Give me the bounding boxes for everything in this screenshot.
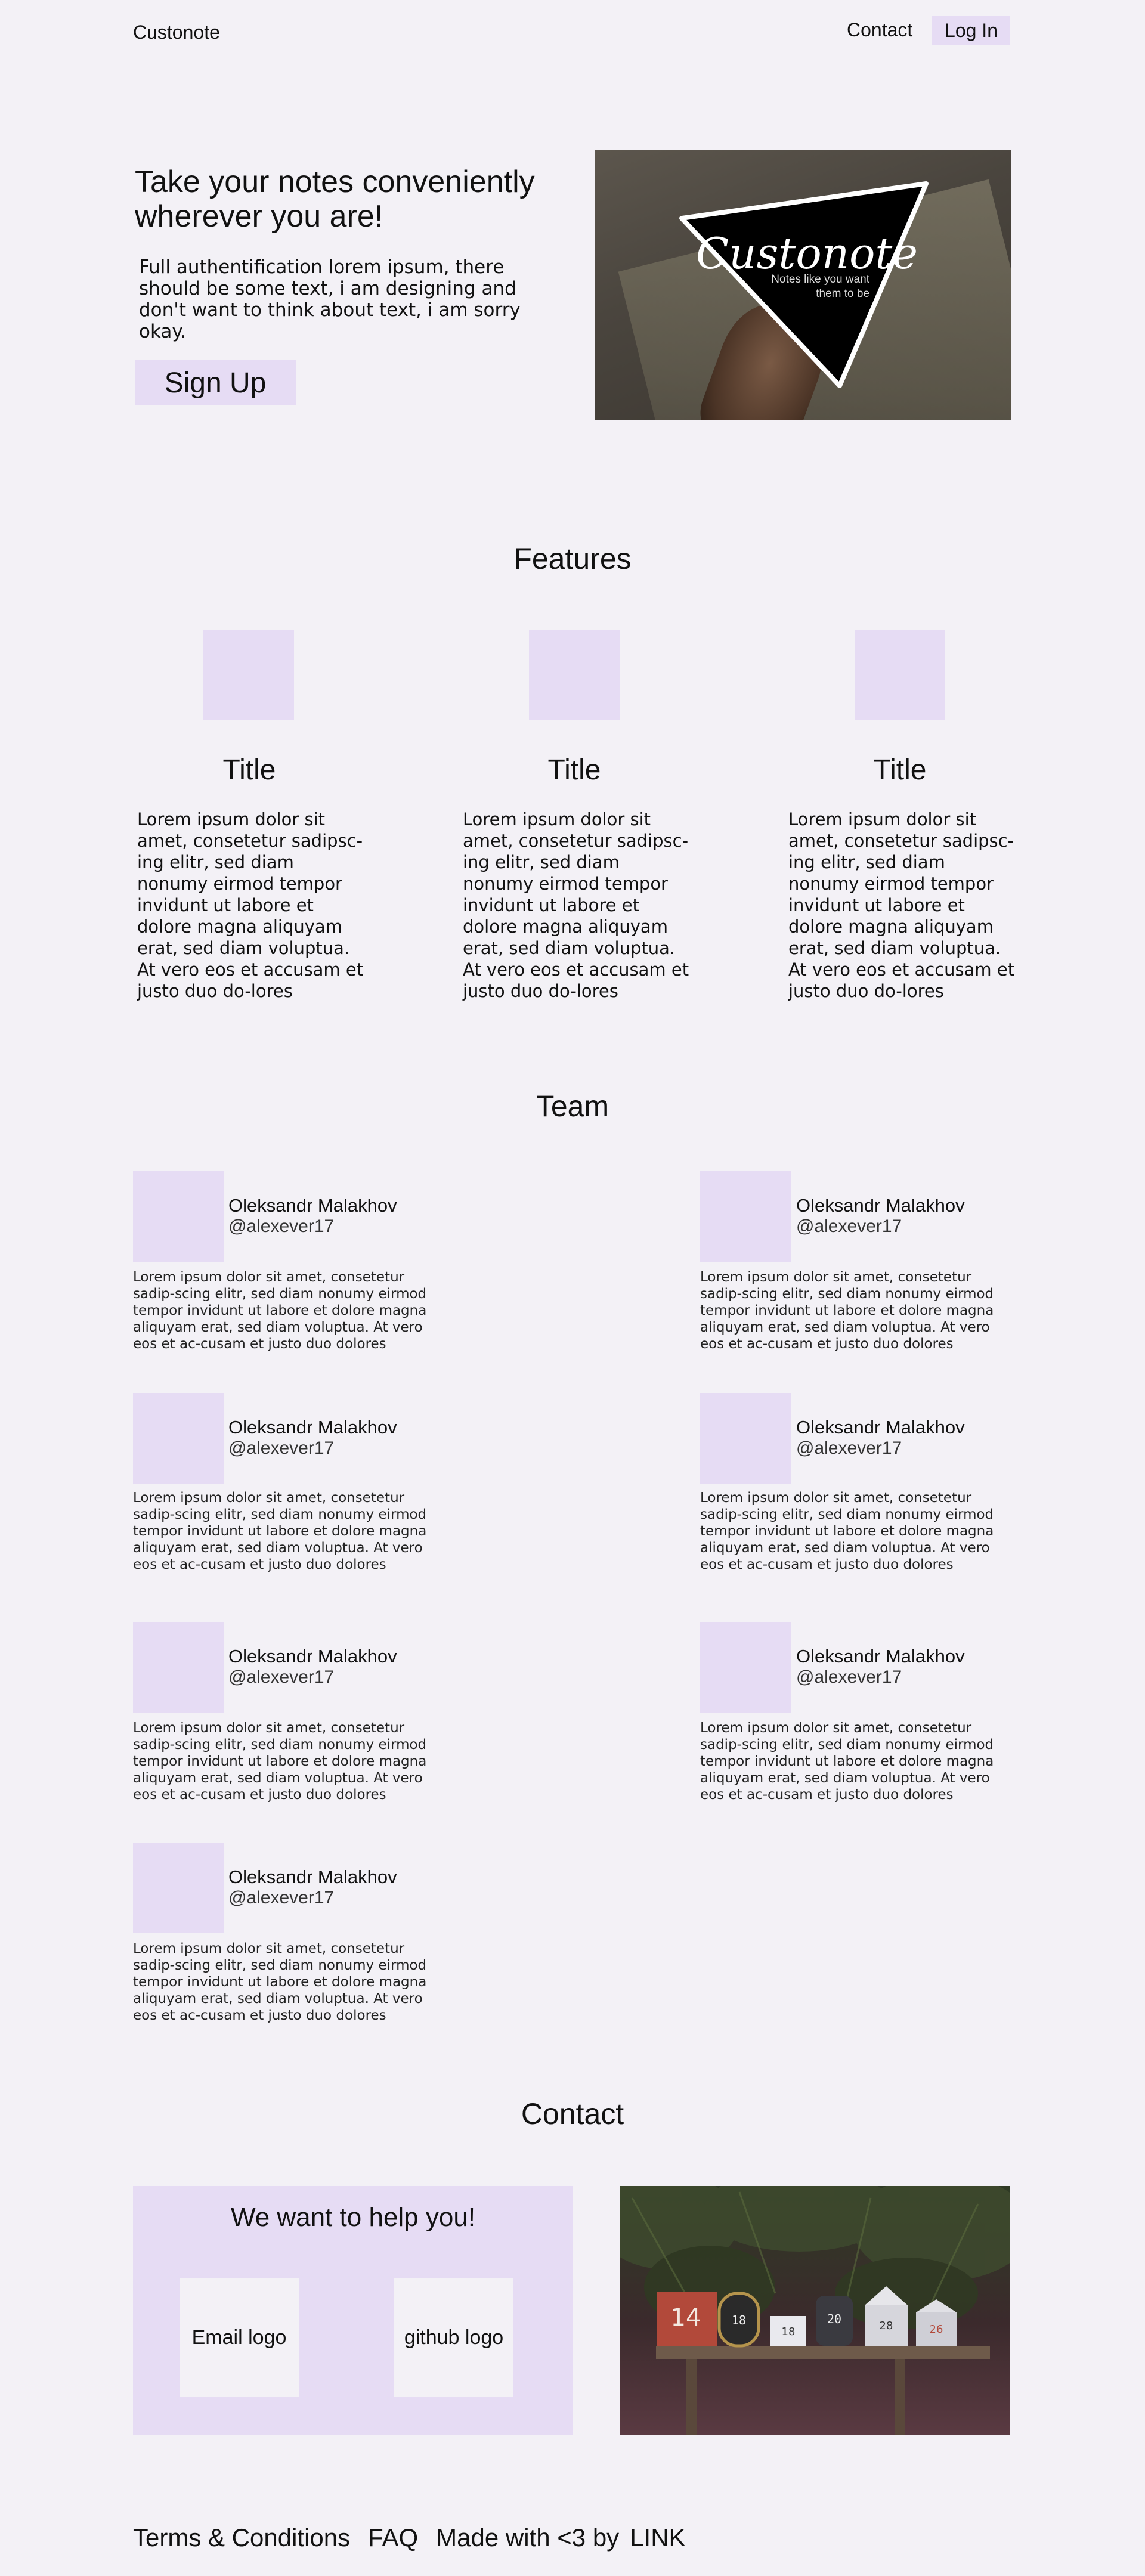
member-name: Oleksandr Malakhov — [796, 1417, 965, 1438]
login-button[interactable]: Log In — [932, 16, 1010, 45]
hero-description: Full authentification lorem ipsum, there… — [139, 256, 521, 342]
member-handle[interactable]: @alexever17 — [228, 1888, 334, 1908]
member-bio: Lorem ipsum dolor sit amet, consetetur s… — [700, 1270, 994, 1352]
mailbox-number: 26 — [930, 2323, 943, 2336]
mailboxes-illustration: 14 18 18 20 28 26 — [620, 2186, 1010, 2435]
member-bio: Lorem ipsum dolor sit amet, consetetur s… — [133, 1941, 427, 2023]
mailbox-number: 28 — [880, 2320, 893, 2332]
terms-link[interactable]: Terms & Conditions — [133, 2524, 350, 2552]
member-bio: Lorem ipsum dolor sit amet, consetetur s… — [133, 1720, 427, 1803]
triangle-logo-icon: Custonote Notes like you want them to be — [679, 181, 929, 388]
brand-logo[interactable]: Custonote — [133, 21, 220, 44]
author-link[interactable]: LINK — [630, 2524, 685, 2552]
member-bio: Lorem ipsum dolor sit amet, consetetur s… — [700, 1720, 994, 1803]
member-handle[interactable]: @alexever17 — [228, 1667, 334, 1688]
nav-contact-link[interactable]: Contact — [847, 19, 912, 41]
hero-image: Custonote Notes like you want them to be — [595, 150, 1011, 420]
feature-icon-placeholder — [529, 630, 620, 720]
feature-title: Title — [222, 754, 276, 786]
mailboxes-image: 14 18 18 20 28 26 — [620, 2186, 1010, 2435]
member-name: Oleksandr Malakhov — [796, 1646, 965, 1667]
member-handle[interactable]: @alexever17 — [796, 1216, 902, 1237]
member-avatar — [700, 1393, 791, 1484]
feature-title: Title — [873, 754, 927, 786]
team-heading: Team — [536, 1089, 609, 1123]
member-handle[interactable]: @alexever17 — [796, 1438, 902, 1459]
member-handle[interactable]: @alexever17 — [228, 1216, 334, 1237]
mailbox-number: 18 — [782, 2326, 796, 2338]
hero-image-logo-text: Custonote — [696, 228, 918, 278]
member-bio: Lorem ipsum dolor sit amet, consetetur s… — [133, 1270, 427, 1352]
feature-text: Lorem ipsum dolor sit amet, consetetur s… — [788, 809, 1015, 1001]
member-bio: Lorem ipsum dolor sit amet, consetetur s… — [700, 1490, 994, 1572]
member-bio: Lorem ipsum dolor sit amet, consetetur s… — [133, 1490, 427, 1572]
faq-link[interactable]: FAQ — [368, 2524, 418, 2552]
hero-image-tagline-2: them to be — [816, 287, 869, 300]
member-handle[interactable]: @alexever17 — [796, 1667, 902, 1688]
member-name: Oleksandr Malakhov — [796, 1195, 965, 1216]
mailbox-number: 14 — [671, 2304, 701, 2332]
member-avatar — [133, 1171, 224, 1262]
feature-title: Title — [547, 754, 601, 786]
member-name: Oleksandr Malakhov — [228, 1417, 397, 1438]
member-avatar — [133, 1393, 224, 1484]
feature-icon-placeholder — [203, 630, 294, 720]
email-logo-link[interactable]: Email logo — [180, 2278, 299, 2397]
github-logo-link[interactable]: github logo — [394, 2278, 513, 2397]
member-name: Oleksandr Malakhov — [228, 1195, 397, 1216]
made-with-text: Made with <3 by — [436, 2524, 620, 2552]
mailbox-number: 20 — [827, 2312, 841, 2326]
signup-button[interactable]: Sign Up — [135, 360, 296, 405]
hero-title: Take your notes conveniently wherever yo… — [135, 165, 535, 234]
feature-text: Lorem ipsum dolor sit amet, consetetur s… — [137, 809, 364, 1001]
member-avatar — [700, 1622, 791, 1713]
member-avatar — [133, 1843, 224, 1933]
member-name: Oleksandr Malakhov — [228, 1646, 397, 1667]
features-heading: Features — [513, 542, 632, 575]
contact-heading: Contact — [521, 2097, 624, 2131]
member-handle[interactable]: @alexever17 — [228, 1438, 334, 1459]
footer: Terms & Conditions FAQ Made with <3 by L… — [133, 2524, 686, 2552]
contact-box-heading: We want to help you! — [230, 2203, 476, 2232]
member-avatar — [133, 1622, 224, 1713]
mailbox-number: 18 — [732, 2313, 746, 2327]
feature-text: Lorem ipsum dolor sit amet, consetetur s… — [463, 809, 689, 1001]
hero-image-tagline-1: Notes like you want — [771, 273, 869, 286]
member-avatar — [700, 1171, 791, 1262]
member-name: Oleksandr Malakhov — [228, 1866, 397, 1887]
feature-icon-placeholder — [855, 630, 945, 720]
